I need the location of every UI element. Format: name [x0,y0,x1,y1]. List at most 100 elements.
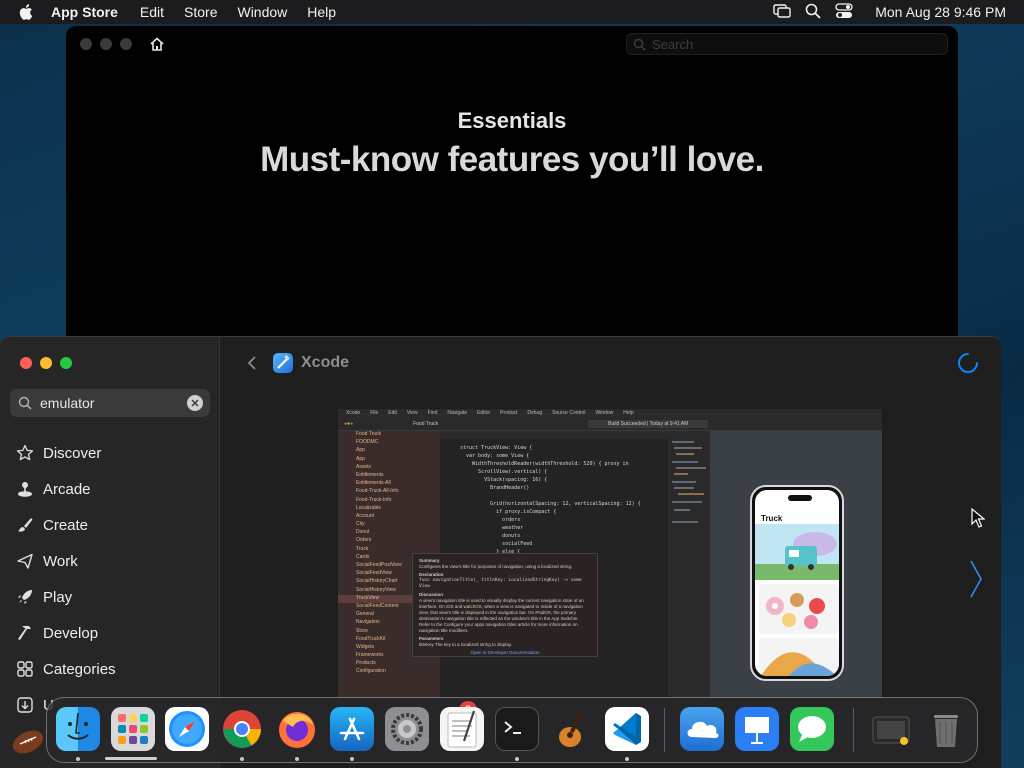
sidebar-item-arcade[interactable]: Arcade [15,477,91,501]
launchpad-icon[interactable] [111,707,155,751]
screenshot-project-name: Food Truck [413,420,439,427]
menu-help[interactable]: Help [307,4,336,20]
screenshot-toolbar: ● ● ● Food Truck Build Succeeded | Today a… [338,417,882,431]
firefox-icon[interactable] [275,707,319,751]
minimize-button-inactive[interactable] [100,38,112,50]
clear-search-icon[interactable] [187,395,203,411]
sidebar-item-label: Play [43,588,73,606]
sidebar-item-work[interactable]: Work [15,549,78,573]
zoom-button[interactable] [60,357,72,369]
screenshot-nav-row: Food-Truck-Info [356,496,392,503]
chrome-icon[interactable] [220,707,264,751]
zoom-button-inactive[interactable] [120,38,132,50]
sidebar-item-label: Develop [43,624,99,642]
screenshot-minimap [668,431,710,699]
screenshot-code-line: Grid(horizontalSpacing: 12, verticalSpac… [460,501,641,507]
vscode-icon[interactable] [605,707,649,751]
icloud-icon[interactable] [680,707,724,751]
screenshot-code-line: donuts [460,533,521,539]
close-button[interactable] [20,357,32,369]
screenshot-code-line: if proxy.isCompact { [460,509,557,515]
search-input[interactable]: emulator [10,389,210,417]
screenshot-phone-preview: Truck [750,485,844,681]
popover-link: Open in Developer Documentation [470,650,540,655]
app-store-window-back: Search Essentials Must-know features you… [66,26,958,346]
screenshot-code-line: struct TruckView: View { [460,445,533,451]
screenshot-icon[interactable] [869,707,913,751]
screenshot-menu-item: View [406,410,418,416]
screenshot-nav-row: Donut [356,529,370,536]
popover-parameter: titleKey The key to a localized string t… [419,642,512,647]
joystick-icon [15,479,35,499]
close-button-inactive[interactable] [80,38,92,50]
menu-edit[interactable]: Edit [140,4,164,20]
xcode-app-icon [273,353,293,373]
download-icon [15,695,35,715]
sidebar-item-develop[interactable]: Develop [15,621,98,645]
popover-refer: Refer to the Configure your apps navigat… [419,622,578,633]
control-center-icon[interactable] [835,2,853,22]
section-eyebrow: Essentials [457,108,567,133]
search-icon [18,396,32,410]
garageband-icon[interactable] [550,707,594,751]
screenshot-code-line: orders [460,517,521,523]
popover-discussion: A view's navigation title is used to vis… [419,598,584,621]
menu-window[interactable]: Window [237,4,287,20]
screenshot-nav-row: Account [356,512,375,519]
menu-clock[interactable]: Mon Aug 28 9:46 PM [875,4,1006,20]
screenshot-code-line: ScrollView(.vertical) { [460,469,548,475]
star-icon [15,443,35,463]
screenshot-nav-row: Configuration [356,668,386,675]
safari-icon[interactable] [165,707,209,751]
screen-mirroring-icon[interactable] [773,3,791,21]
next-screenshot-chevron-icon[interactable] [969,559,983,604]
screenshot-nav-row: FOODMC [356,439,379,446]
terminal-icon[interactable] [495,707,539,751]
screenshot-nav-row: Assets [356,463,372,470]
screenshot-nav-row: Food Truck [356,431,382,437]
back-search-field[interactable]: Search [626,33,948,55]
screenshot-nav-row: Orders [356,537,372,544]
menu-store[interactable]: Store [184,4,217,20]
screenshot-nav-row: City [356,521,365,528]
screenshot-code-line: var body: some View { [460,453,530,459]
paintbrush-icon [15,515,35,535]
sidebar-item-label: Create [43,516,89,534]
screenshot-menu-item: Navigate [447,410,468,416]
finder-icon[interactable] [56,707,100,751]
sidebar-item-discover[interactable]: Discover [15,441,101,465]
sidebar-item-categories[interactable]: Categories [15,657,116,681]
screenshot-status: Build Succeeded | Today at 9:41 AM [588,419,709,428]
trash-icon[interactable] [924,707,968,751]
product-title: Xcode [301,354,350,371]
sidebar-item-play[interactable]: Play [15,585,72,609]
textedit-icon[interactable] [440,707,484,751]
messages-icon[interactable] [790,707,834,751]
loading-spinner-icon [957,352,979,374]
hammer-icon [15,623,35,643]
screenshot-menu-item: Editor [477,410,491,416]
sidebar-item-label: Discover [43,444,102,462]
apple-menu-icon[interactable] [17,3,37,21]
spotlight-search-icon[interactable] [805,3,821,22]
home-icon[interactable] [149,36,165,52]
screenshot-menu-item: Xcode [346,410,361,416]
sidebar-item-label: Work [43,552,78,570]
app-screenshot[interactable]: Xcode File Edit View Find Navigate Editor Produ… [338,409,882,699]
football-icon[interactable] [10,722,46,758]
sidebar-item-create[interactable]: Create [15,513,88,537]
keynote-icon[interactable] [735,707,779,751]
back-chevron-icon[interactable] [247,355,257,376]
back-search-placeholder: Search [652,36,694,52]
settings-icon[interactable] [385,707,429,751]
menu-app-name[interactable]: App Store [51,4,118,20]
rocket-icon [15,587,35,607]
screenshot-menu-item: File [370,410,379,416]
menu-bar: App Store Edit Store Window Help Mon Aug… [0,0,1024,24]
preview-title: Truck [761,514,783,523]
minimize-button[interactable] [40,357,52,369]
dock-separator [664,708,665,752]
screenshot-menu-item: Edit [388,410,397,416]
app-store-icon[interactable] [330,707,374,751]
screenshot-nav-row: App [356,455,365,462]
